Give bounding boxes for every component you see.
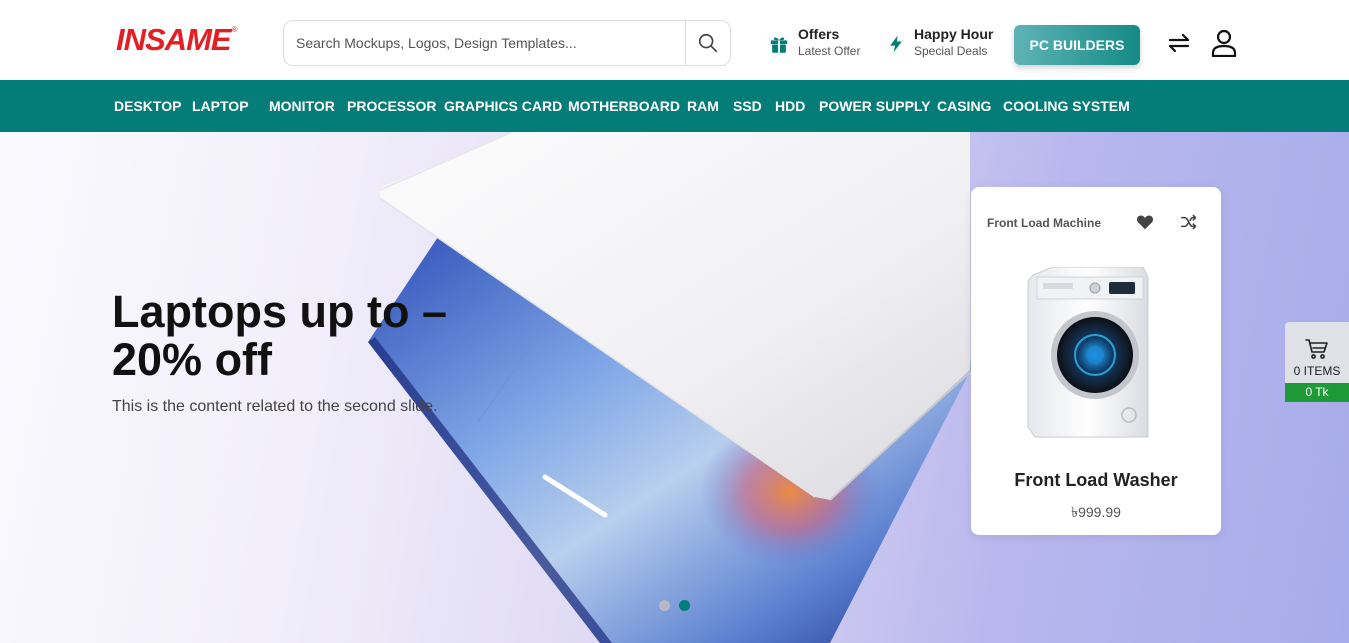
logo-registered-mark: ® xyxy=(231,24,238,34)
site-header: INSAME ® Offers Latest Offer Happy Hour … xyxy=(0,0,1349,80)
nav-item-ram[interactable]: RAM xyxy=(687,80,719,132)
nav-item-motherboard[interactable]: MOTHERBOARD xyxy=(568,80,680,132)
hero-subtitle: This is the content related to the secon… xyxy=(112,398,438,415)
nav-item-ssd[interactable]: SSD xyxy=(733,80,762,132)
nav-item-casing[interactable]: CASING xyxy=(937,80,991,132)
compare-button[interactable] xyxy=(1165,28,1193,58)
user-icon xyxy=(1211,29,1237,57)
hero-slider: Laptops up to – 20% off This is the cont… xyxy=(0,132,1349,643)
offers-title: Offers xyxy=(798,26,840,42)
account-button[interactable] xyxy=(1210,28,1238,58)
product-card[interactable]: Front Load Machine Front Load Washer ৳99… xyxy=(971,187,1221,535)
logo-text: INSAME xyxy=(116,22,232,57)
pc-builders-button[interactable]: PC BUILDERS xyxy=(1014,25,1140,65)
search-icon xyxy=(698,33,718,53)
shopping-cart-icon xyxy=(1305,339,1328,359)
cart-items-count: 0 ITEMS xyxy=(1293,364,1341,378)
slider-dots xyxy=(659,600,690,611)
cart-summary: 0 ITEMS xyxy=(1285,322,1349,383)
nav-item-laptop[interactable]: LAPTOP xyxy=(192,80,249,132)
cart-total: 0 Tk xyxy=(1285,383,1349,402)
nav-item-graphics-card[interactable]: GRAPHICS CARD xyxy=(444,80,562,132)
search-input[interactable] xyxy=(284,21,685,65)
shuffle-icon xyxy=(1180,214,1197,230)
product-category: Front Load Machine xyxy=(987,216,1101,230)
happy-hour-title: Happy Hour xyxy=(914,26,994,42)
compare-product-button[interactable] xyxy=(1179,212,1199,232)
washing-machine-image xyxy=(1027,267,1149,438)
site-logo[interactable]: INSAME ® xyxy=(116,20,237,60)
happy-hour-subtitle: Special Deals xyxy=(914,44,988,58)
offers-link[interactable]: Offers Latest Offer xyxy=(768,26,860,59)
slider-dot-2[interactable] xyxy=(679,600,690,611)
heart-icon xyxy=(1136,215,1154,230)
category-nav: DESKTOP LAPTOP MONITOR PROCESSOR GRAPHIC… xyxy=(0,80,1349,132)
lightning-icon xyxy=(890,35,902,53)
nav-item-hdd[interactable]: HDD xyxy=(775,80,805,132)
compare-arrows-icon xyxy=(1168,33,1190,53)
floating-cart[interactable]: 0 ITEMS 0 Tk xyxy=(1285,322,1349,402)
hero-title: Laptops up to – 20% off xyxy=(112,286,447,385)
nav-item-monitor[interactable]: MONITOR xyxy=(269,80,335,132)
slider-dot-1[interactable] xyxy=(659,600,670,611)
product-name[interactable]: Front Load Washer xyxy=(971,470,1221,491)
nav-item-cooling-system[interactable]: COOLING SYSTEM xyxy=(1003,80,1130,132)
product-price: ৳999.99 xyxy=(1071,504,1121,520)
happy-hour-link[interactable]: Happy Hour Special Deals xyxy=(886,26,993,59)
search-bar xyxy=(283,20,731,66)
search-button[interactable] xyxy=(685,21,730,65)
nav-item-power-supply[interactable]: POWER SUPPLY xyxy=(819,80,931,132)
nav-item-desktop[interactable]: DESKTOP xyxy=(114,80,181,132)
gift-icon xyxy=(770,37,788,53)
wishlist-button[interactable] xyxy=(1135,212,1155,232)
offers-subtitle: Latest Offer xyxy=(798,44,861,58)
nav-item-processor[interactable]: PROCESSOR xyxy=(347,80,436,132)
